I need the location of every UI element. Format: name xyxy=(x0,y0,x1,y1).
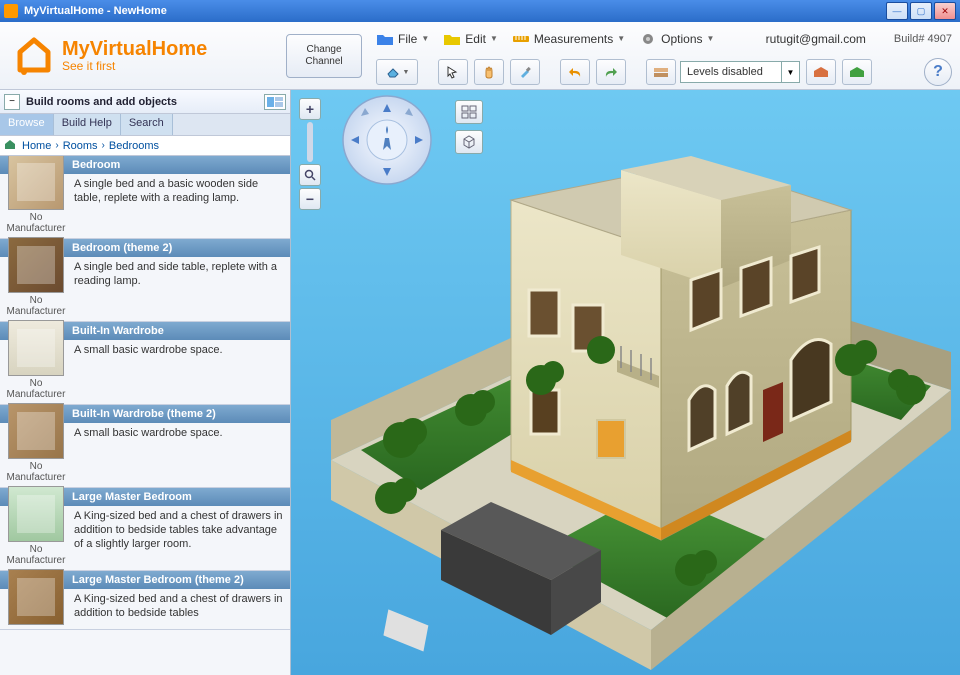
options-menu[interactable]: Options▼ xyxy=(639,32,714,46)
close-button[interactable]: ✕ xyxy=(934,2,956,20)
logo-text-1: MyVirtualHome xyxy=(62,38,207,60)
breadcrumb: Home › Rooms › Bedrooms xyxy=(0,136,290,156)
item-thumbnail xyxy=(8,486,64,542)
zoom-controls: + − xyxy=(299,98,321,210)
pointer-tool[interactable] xyxy=(438,59,468,85)
app-logo: MyVirtualHome See it first xyxy=(0,28,280,84)
home-icon[interactable] xyxy=(4,140,18,152)
undo-button[interactable] xyxy=(560,59,590,85)
view-3d-button[interactable] xyxy=(455,130,483,154)
ruler-icon xyxy=(512,32,530,46)
manufacturer-label: No Manufacturer xyxy=(4,544,68,566)
item-thumbnail xyxy=(8,320,64,376)
brush-tool[interactable] xyxy=(510,59,540,85)
chevron-down-icon[interactable]: ▼ xyxy=(781,62,799,82)
house-view-1-button[interactable] xyxy=(806,59,836,85)
levels-icon-button[interactable] xyxy=(646,59,676,85)
window-title: MyVirtualHome - NewHome xyxy=(24,5,167,17)
sidebar: − Build rooms and add objects Browse Bui… xyxy=(0,90,291,675)
breadcrumb-home[interactable]: Home xyxy=(22,140,51,152)
hand-tool[interactable] xyxy=(474,59,504,85)
breadcrumb-rooms[interactable]: Rooms xyxy=(63,140,98,152)
manufacturer-label: No Manufacturer xyxy=(4,461,68,483)
window-titlebar: MyVirtualHome - NewHome — ▢ ✕ xyxy=(0,0,960,22)
maximize-button[interactable]: ▢ xyxy=(910,2,932,20)
panel-title: Build rooms and add objects xyxy=(26,96,177,108)
list-item[interactable]: Bedroom No Manufacturer A single bed and… xyxy=(0,156,290,239)
edit-icon xyxy=(443,32,461,46)
navigation-disc[interactable] xyxy=(341,94,433,186)
item-thumbnail xyxy=(8,237,64,293)
3d-viewport[interactable]: + − xyxy=(291,90,960,675)
build-number: Build# 4907 xyxy=(894,33,952,45)
gear-icon xyxy=(639,32,657,46)
item-thumbnail xyxy=(8,403,64,459)
help-button[interactable]: ? xyxy=(924,58,952,86)
user-email: rutugit@gmail.com xyxy=(766,32,866,46)
levels-select[interactable]: Levels disabled ▼ xyxy=(680,61,800,83)
sidebar-tabs: Browse Build Help Search xyxy=(0,114,290,136)
zoom-in-button[interactable]: + xyxy=(299,98,321,120)
redo-button[interactable] xyxy=(596,59,626,85)
eraser-tool[interactable]: ▼ xyxy=(376,59,418,85)
file-icon xyxy=(376,32,394,46)
house-view-2-button[interactable] xyxy=(842,59,872,85)
manufacturer-label: No Manufacturer xyxy=(4,378,68,400)
tab-browse[interactable]: Browse xyxy=(0,114,54,135)
zoom-slider[interactable] xyxy=(307,122,313,162)
tab-build-help[interactable]: Build Help xyxy=(54,114,121,135)
panel-layout-icon[interactable] xyxy=(264,94,286,110)
item-thumbnail xyxy=(8,569,64,625)
toolbar-region: MyVirtualHome See it first Change Channe… xyxy=(0,22,960,90)
measurements-menu[interactable]: Measurements▼ xyxy=(512,32,625,46)
view-toggles xyxy=(455,100,483,154)
sidebar-panel-header: − Build rooms and add objects xyxy=(0,90,290,114)
change-channel-button[interactable]: Change Channel xyxy=(286,34,362,78)
edit-menu[interactable]: Edit▼ xyxy=(443,32,498,46)
list-item[interactable]: Built-In Wardrobe (theme 2) No Manufactu… xyxy=(0,405,290,488)
item-thumbnail xyxy=(8,156,64,210)
list-item[interactable]: Built-In Wardrobe No Manufacturer A smal… xyxy=(0,322,290,405)
zoom-out-button[interactable]: − xyxy=(299,188,321,210)
manufacturer-label: No Manufacturer xyxy=(4,295,68,317)
house-icon xyxy=(14,36,54,76)
zoom-reset-button[interactable] xyxy=(299,164,321,186)
collapse-button[interactable]: − xyxy=(4,94,20,110)
list-item[interactable]: Bedroom (theme 2) No Manufacturer A sing… xyxy=(0,239,290,322)
list-item[interactable]: Large Master Bedroom No Manufacturer A K… xyxy=(0,488,290,571)
app-icon xyxy=(4,4,18,18)
list-item[interactable]: Large Master Bedroom (theme 2) A King-si… xyxy=(0,571,290,630)
minimize-button[interactable]: — xyxy=(886,2,908,20)
tab-search[interactable]: Search xyxy=(121,114,173,135)
logo-text-2: See it first xyxy=(62,60,207,73)
file-menu[interactable]: File▼ xyxy=(376,32,429,46)
view-2d-button[interactable] xyxy=(455,100,483,124)
breadcrumb-bedrooms[interactable]: Bedrooms xyxy=(109,140,159,152)
manufacturer-label: No Manufacturer xyxy=(4,212,68,234)
item-list[interactable]: Bedroom No Manufacturer A single bed and… xyxy=(0,156,290,675)
